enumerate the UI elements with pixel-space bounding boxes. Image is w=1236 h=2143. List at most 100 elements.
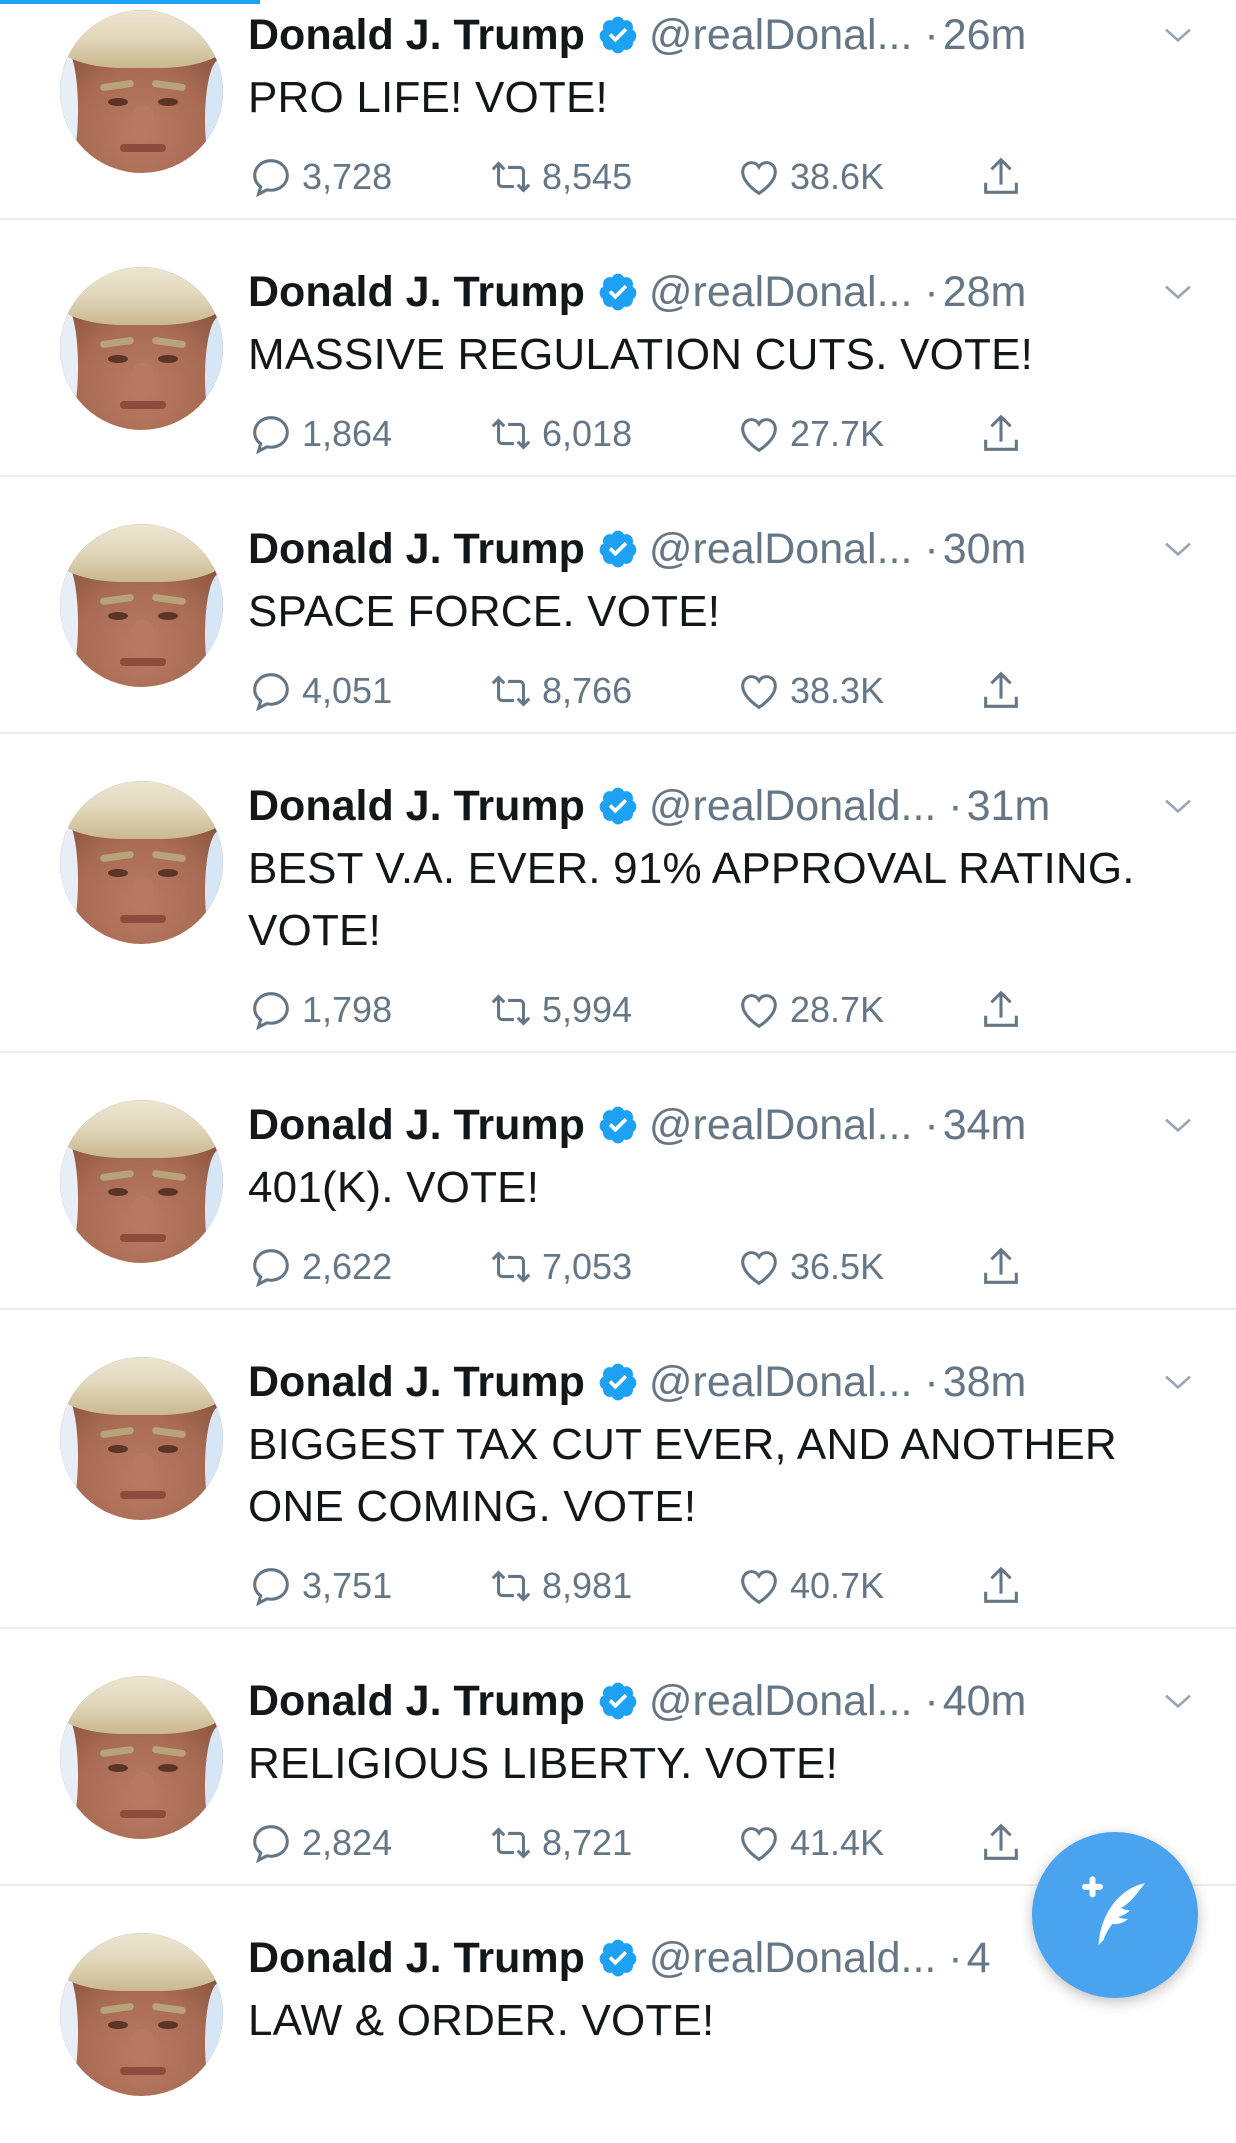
chevron-down-icon[interactable] bbox=[1162, 533, 1194, 565]
share-button[interactable] bbox=[978, 1556, 1024, 1616]
chevron-down-icon[interactable] bbox=[1162, 1366, 1194, 1398]
share-button[interactable] bbox=[978, 404, 1024, 464]
tweet[interactable]: Donald J. Trump @realDonal... ·40m RELIGI… bbox=[0, 1629, 1236, 1886]
tweet-actions: 3,751 8,981 40.7K bbox=[248, 1556, 1206, 1616]
display-name[interactable]: Donald J. Trump bbox=[248, 1677, 585, 1725]
user-handle[interactable]: @realDonal... bbox=[649, 11, 913, 59]
avatar-mouth bbox=[120, 1234, 166, 1242]
avatar-nose bbox=[132, 1196, 154, 1226]
share-button[interactable] bbox=[978, 147, 1024, 207]
reply-icon bbox=[253, 159, 289, 198]
share-button[interactable] bbox=[978, 1813, 1024, 1873]
avatar-eye bbox=[108, 1445, 128, 1453]
avatar-hair bbox=[60, 781, 223, 839]
retweet-icon bbox=[491, 675, 531, 707]
tweet-timestamp[interactable]: 26m bbox=[943, 11, 1027, 59]
retweet-button[interactable]: 6,018 bbox=[488, 404, 632, 464]
avatar[interactable] bbox=[60, 267, 223, 430]
display-name[interactable]: Donald J. Trump bbox=[248, 1934, 585, 1982]
user-handle[interactable]: @realDonal... bbox=[649, 1101, 913, 1149]
tweet-text: MASSIVE REGULATION CUTS. VOTE! bbox=[248, 330, 1034, 379]
chevron-down-icon[interactable] bbox=[1162, 790, 1194, 822]
tweet-content: Donald J. Trump @realDonal... ·38m BIGGES… bbox=[248, 1350, 1206, 1616]
reply-button[interactable]: 2,824 bbox=[248, 1813, 392, 1873]
like-button[interactable]: 40.7K bbox=[736, 1556, 884, 1616]
share-button[interactable] bbox=[978, 980, 1024, 1040]
reply-button[interactable]: 1,798 bbox=[248, 980, 392, 1040]
retweet-icon bbox=[491, 418, 531, 450]
chevron-down-icon[interactable] bbox=[1162, 1109, 1194, 1141]
reply-button[interactable]: 4,051 bbox=[248, 661, 392, 721]
avatar[interactable] bbox=[60, 781, 223, 944]
compose-tweet-button[interactable] bbox=[1032, 1832, 1198, 1998]
retweet-button[interactable]: 8,721 bbox=[488, 1813, 632, 1873]
like-button[interactable]: 27.7K bbox=[736, 404, 884, 464]
avatar-hair bbox=[60, 1100, 223, 1158]
display-name[interactable]: Donald J. Trump bbox=[248, 525, 585, 573]
tweet-timestamp[interactable]: 30m bbox=[943, 525, 1027, 573]
avatar-eye bbox=[158, 1188, 178, 1196]
user-handle[interactable]: @realDonal... bbox=[649, 1358, 913, 1406]
like-count: 38.6K bbox=[790, 156, 885, 197]
avatar[interactable] bbox=[60, 1100, 223, 1263]
display-name[interactable]: Donald J. Trump bbox=[248, 268, 585, 316]
avatar[interactable] bbox=[60, 524, 223, 687]
like-button[interactable]: 38.3K bbox=[736, 661, 884, 721]
like-button[interactable]: 41.4K bbox=[736, 1813, 884, 1873]
user-handle[interactable]: @realDonal... bbox=[649, 1677, 913, 1725]
chevron-down-icon[interactable] bbox=[1162, 1685, 1194, 1717]
like-button[interactable]: 38.6K bbox=[736, 147, 884, 207]
avatar-nose bbox=[132, 106, 154, 136]
retweet-button[interactable]: 8,545 bbox=[488, 147, 632, 207]
separator-dot: · bbox=[924, 268, 939, 316]
avatar[interactable] bbox=[60, 1933, 223, 2096]
user-handle[interactable]: @realDonal... bbox=[649, 268, 913, 316]
reply-button[interactable]: 3,728 bbox=[248, 147, 392, 207]
user-handle[interactable]: @realDonal... bbox=[649, 525, 913, 573]
like-button[interactable]: 36.5K bbox=[736, 1237, 884, 1297]
display-name[interactable]: Donald J. Trump bbox=[248, 1358, 585, 1406]
avatar-eye bbox=[108, 355, 128, 363]
tweet[interactable]: Donald J. Trump @realDonal... ·26m PRO LI… bbox=[0, 0, 1236, 220]
tweet-header: Donald J. Trump @realDonal... ·26m bbox=[248, 3, 1206, 67]
avatar-eye bbox=[158, 1445, 178, 1453]
display-name[interactable]: Donald J. Trump bbox=[248, 11, 585, 59]
chevron-down-icon[interactable] bbox=[1162, 276, 1194, 308]
retweet-button[interactable]: 5,994 bbox=[488, 980, 632, 1040]
tweet[interactable]: Donald J. Trump @realDonal... ·28m MASSIV… bbox=[0, 220, 1236, 477]
reply-button[interactable]: 3,751 bbox=[248, 1556, 392, 1616]
retweet-count: 8,545 bbox=[542, 156, 633, 197]
avatar[interactable] bbox=[60, 1676, 223, 1839]
user-handle[interactable]: @realDonald... bbox=[649, 1934, 936, 1982]
tweet[interactable]: Donald J. Trump @realDonal... ·34m 401(K)… bbox=[0, 1053, 1236, 1310]
like-button[interactable]: 28.7K bbox=[736, 980, 884, 1040]
tweet-timestamp[interactable]: 40m bbox=[943, 1677, 1027, 1725]
tweet[interactable]: Donald J. Trump @realDonal... ·30m SPACE … bbox=[0, 477, 1236, 734]
tweet-timestamp[interactable]: 34m bbox=[943, 1101, 1027, 1149]
reply-button[interactable]: 1,864 bbox=[248, 404, 392, 464]
retweet-button[interactable]: 8,981 bbox=[488, 1556, 632, 1616]
share-button[interactable] bbox=[978, 661, 1024, 721]
retweet-button[interactable]: 7,053 bbox=[488, 1237, 632, 1297]
tweet[interactable]: Donald J. Trump @realDonald... ·31m BEST … bbox=[0, 734, 1236, 1053]
tweet-timestamp[interactable]: 38m bbox=[943, 1358, 1027, 1406]
retweet-button[interactable]: 8,766 bbox=[488, 661, 632, 721]
avatar[interactable] bbox=[60, 10, 223, 173]
avatar-background bbox=[205, 1726, 223, 1839]
display-name[interactable]: Donald J. Trump bbox=[248, 782, 585, 830]
reply-button[interactable]: 2,622 bbox=[248, 1237, 392, 1297]
avatar-brow bbox=[151, 1745, 187, 1758]
tweet-timestamp[interactable]: 31m bbox=[967, 782, 1051, 830]
chevron-down-icon[interactable] bbox=[1162, 19, 1194, 51]
share-button[interactable] bbox=[978, 1237, 1024, 1297]
display-name[interactable]: Donald J. Trump bbox=[248, 1101, 585, 1149]
avatar[interactable] bbox=[60, 1357, 223, 1520]
share-icon bbox=[984, 1247, 1018, 1284]
avatar-brow bbox=[99, 593, 135, 606]
tweet-timestamp[interactable]: 28m bbox=[943, 268, 1027, 316]
avatar-mouth bbox=[120, 1810, 166, 1818]
heart-icon bbox=[741, 1251, 777, 1286]
user-handle[interactable]: @realDonald... bbox=[649, 782, 936, 830]
tweet[interactable]: Donald J. Trump @realDonal... ·38m BIGGES… bbox=[0, 1310, 1236, 1629]
tweet-timestamp[interactable]: 4 bbox=[967, 1934, 991, 1982]
